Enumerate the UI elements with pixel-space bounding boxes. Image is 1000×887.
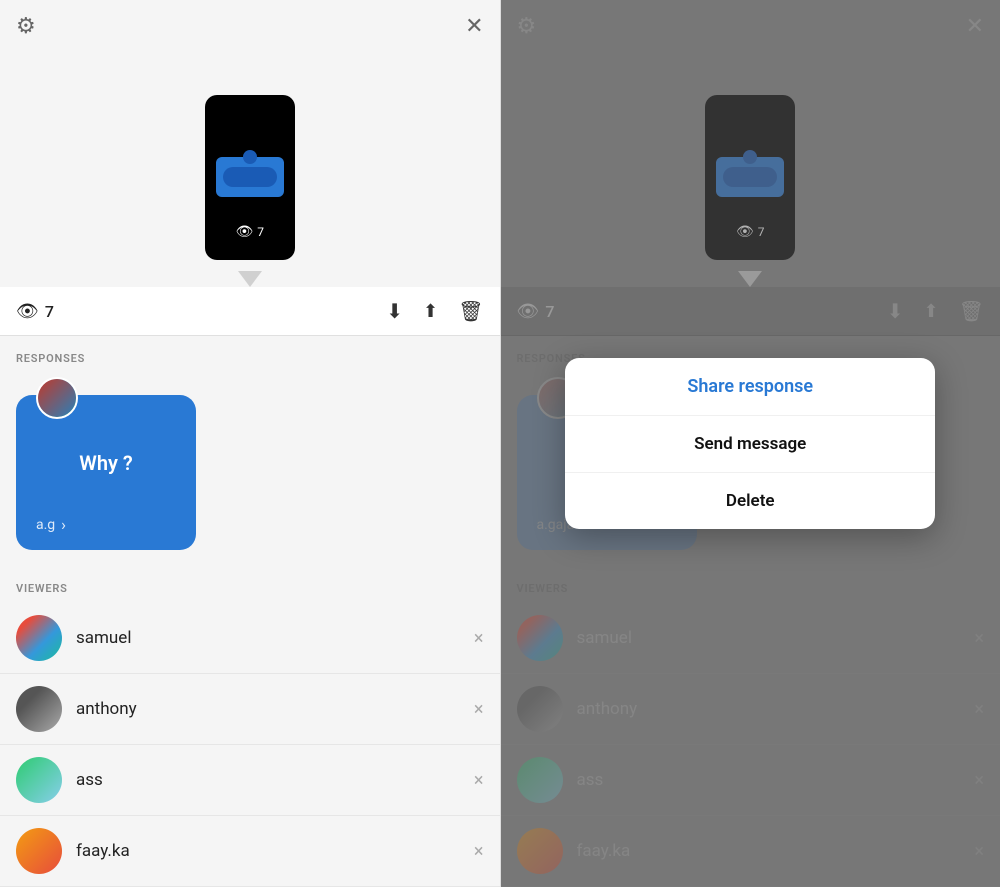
phone-eye-icon-left: 👁 <box>235 224 253 240</box>
viewer-name-ass-left: ass <box>76 770 474 790</box>
responses-section-left: Why ? a.g › <box>0 373 500 566</box>
viewer-remove-anthony-left[interactable]: × <box>474 699 484 720</box>
response-card-left[interactable]: Why ? a.g › <box>16 395 196 550</box>
left-top-bar: ⚙ ✕ <box>0 0 500 47</box>
viewer-remove-ass-left[interactable]: × <box>474 770 484 791</box>
delete-icon-left[interactable]: 🗑 <box>458 299 483 323</box>
action-sheet: Share response Send message Delete <box>565 358 935 529</box>
right-panel: ⚙ ✕ 👁 7 👁 7 ⬇ ⬆ 🗑 RESPONSES <box>501 0 1000 887</box>
share-icon-left[interactable]: ⬆ <box>423 301 438 322</box>
viewer-remove-samuel-left[interactable]: × <box>474 628 484 649</box>
phone-view-count-left: 👁 7 <box>205 224 295 240</box>
viewers-label-left: VIEWERS <box>0 566 500 603</box>
response-card-avatar-left <box>36 377 78 419</box>
delete-button[interactable]: Delete <box>565 473 935 529</box>
eye-icon-left: 👁 <box>16 301 39 322</box>
settings-icon[interactable]: ⚙ <box>16 14 36 39</box>
close-icon[interactable]: ✕ <box>465 14 483 39</box>
viewer-avatar-anthony-left <box>16 686 62 732</box>
viewer-item-ass-left[interactable]: ass × <box>0 745 500 816</box>
viewer-avatar-ass-left <box>16 757 62 803</box>
response-card-footer: a.g › <box>36 515 66 534</box>
viewer-avatar-faay-left <box>16 828 62 874</box>
viewer-name-anthony-left: anthony <box>76 699 474 719</box>
left-preview-area: 👁 7 <box>0 47 500 287</box>
viewer-item-faay-left[interactable]: faay.ka × <box>0 816 500 887</box>
viewer-name-samuel-left: samuel <box>76 628 474 648</box>
left-toolbar: 👁 7 ⬇ ⬆ 🗑 <box>0 287 500 336</box>
phone-screen-left <box>216 157 284 197</box>
responses-label-left: RESPONSES <box>0 336 500 373</box>
viewer-name-faay-left: faay.ka <box>76 841 474 861</box>
send-message-button[interactable]: Send message <box>565 416 935 473</box>
viewer-avatar-samuel-left <box>16 615 62 661</box>
left-view-count: 👁 7 <box>16 301 386 322</box>
viewer-item-anthony-left[interactable]: anthony × <box>0 674 500 745</box>
left-toolbar-icons: ⬇ ⬆ 🗑 <box>386 299 483 323</box>
response-card-username: a.g <box>36 517 55 533</box>
viewers-list-left: samuel × anthony × ass × faay.ka × <box>0 603 500 887</box>
download-icon-left[interactable]: ⬇ <box>386 299 403 323</box>
modal-overlay[interactable]: Share response Send message Delete <box>501 0 1000 887</box>
viewer-remove-faay-left[interactable]: × <box>474 841 484 862</box>
viewer-item-samuel-left[interactable]: samuel × <box>0 603 500 674</box>
triangle-pointer-left <box>238 271 262 287</box>
left-panel: ⚙ ✕ 👁 7 👁 7 ⬇ ⬆ 🗑 RESPONSES <box>0 0 500 887</box>
response-card-question: Why ? <box>79 451 132 475</box>
phone-mockup-left: 👁 7 <box>205 95 295 260</box>
share-response-button[interactable]: Share response <box>565 358 935 416</box>
response-card-arrow: › <box>61 515 66 534</box>
